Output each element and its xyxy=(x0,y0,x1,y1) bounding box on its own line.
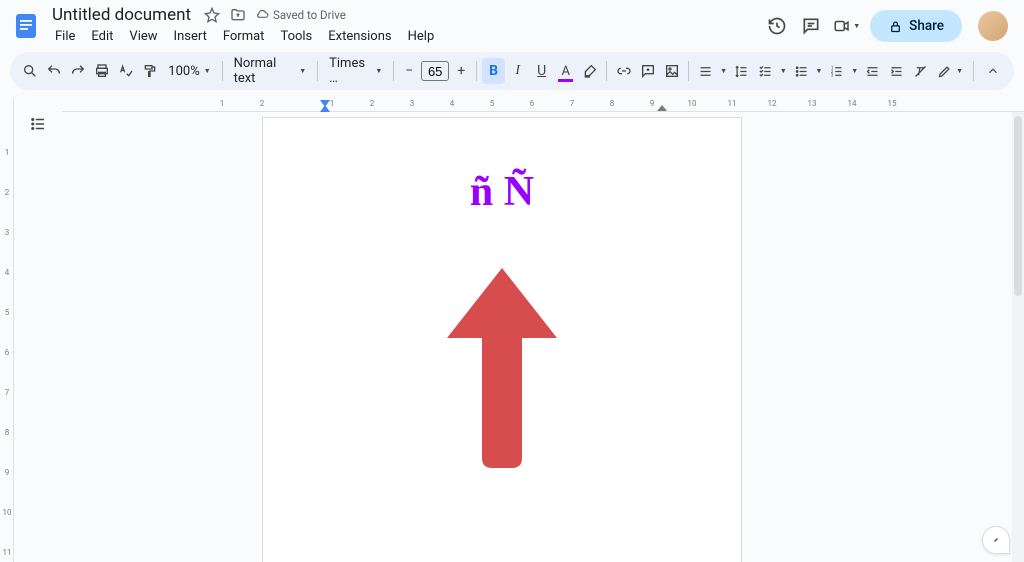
separator xyxy=(393,61,394,81)
saved-status-label: Saved to Drive xyxy=(273,8,346,22)
document-title[interactable]: Untitled document xyxy=(48,5,195,25)
meet-icon[interactable]: ▼ xyxy=(833,14,860,38)
menu-extensions[interactable]: Extensions xyxy=(321,26,398,47)
font-size-control: − + xyxy=(399,60,471,82)
checklist-dropdown[interactable]: ▼ xyxy=(778,58,789,84)
user-avatar[interactable] xyxy=(978,11,1008,41)
line-spacing-button[interactable] xyxy=(730,58,753,84)
clear-formatting-button[interactable] xyxy=(909,58,932,84)
underline-button[interactable]: U xyxy=(530,58,553,84)
bold-button[interactable]: B xyxy=(482,58,505,84)
scroll-thumb[interactable] xyxy=(1014,116,1022,296)
numbered-list-dropdown[interactable]: ▼ xyxy=(849,58,860,84)
decrease-indent-button[interactable] xyxy=(861,58,884,84)
menu-insert[interactable]: Insert xyxy=(167,26,214,47)
bulleted-list-dropdown[interactable]: ▼ xyxy=(814,58,825,84)
star-icon[interactable] xyxy=(203,6,221,24)
insert-image-button[interactable] xyxy=(660,58,683,84)
separator xyxy=(222,61,223,81)
left-sidebar xyxy=(14,98,62,562)
share-button[interactable]: Share xyxy=(870,10,962,42)
increase-indent-button[interactable] xyxy=(885,58,908,84)
saved-status[interactable]: Saved to Drive xyxy=(255,8,346,22)
separator xyxy=(688,61,689,81)
italic-button[interactable]: I xyxy=(506,58,529,84)
separator xyxy=(317,61,318,81)
menu-edit[interactable]: Edit xyxy=(84,26,120,47)
move-folder-icon[interactable] xyxy=(229,6,247,24)
menu-tools[interactable]: Tools xyxy=(273,26,319,47)
paragraph-style-select[interactable]: Normal text▼ xyxy=(228,58,313,84)
editing-mode-button[interactable]: ▼ xyxy=(933,58,967,84)
document-outline-icon[interactable] xyxy=(26,112,50,136)
explore-button[interactable] xyxy=(982,526,1010,554)
font-family-select[interactable]: Times …▼ xyxy=(323,58,388,84)
lock-icon xyxy=(888,19,903,34)
menu-format[interactable]: Format xyxy=(216,26,272,47)
title-bar: Untitled document Saved to Drive File Ed… xyxy=(0,0,1024,48)
checklist-button[interactable] xyxy=(754,58,777,84)
svg-text:3: 3 xyxy=(831,73,834,78)
document-viewport: 1 2 1 2 3 4 5 6 7 8 9 10 11 12 13 14 15 … xyxy=(62,98,1024,562)
menubar: File Edit View Insert Format Tools Exten… xyxy=(48,26,765,48)
page-scroll-area[interactable]: ñ Ñ xyxy=(62,112,1024,562)
vertical-ruler[interactable]: 1 2 3 4 5 6 7 8 9 10 11 xyxy=(0,98,14,562)
add-comment-button[interactable] xyxy=(636,58,659,84)
separator xyxy=(476,61,477,81)
comment-icon[interactable] xyxy=(799,14,823,38)
align-button[interactable] xyxy=(694,58,717,84)
bulleted-list-button[interactable] xyxy=(790,58,813,84)
menu-view[interactable]: View xyxy=(122,26,164,47)
undo-icon[interactable] xyxy=(42,58,65,84)
horizontal-ruler[interactable]: 1 2 1 2 3 4 5 6 7 8 9 10 11 12 13 14 15 xyxy=(62,98,1024,112)
right-indent-marker[interactable] xyxy=(657,105,667,111)
docs-logo[interactable] xyxy=(10,10,42,42)
vertical-scrollbar[interactable] xyxy=(1012,112,1024,562)
annotation-arrow-icon xyxy=(442,268,562,468)
toolbar-container: 100%▼ Normal text▼ Times …▼ − + B I U A … xyxy=(0,48,1024,98)
search-menus-icon[interactable] xyxy=(18,58,41,84)
text-color-button[interactable]: A xyxy=(554,58,577,84)
redo-icon[interactable] xyxy=(66,58,89,84)
insert-link-button[interactable] xyxy=(612,58,635,84)
spellcheck-icon[interactable] xyxy=(114,58,137,84)
separator xyxy=(973,61,974,81)
history-icon[interactable] xyxy=(765,14,789,38)
toolbar: 100%▼ Normal text▼ Times …▼ − + B I U A … xyxy=(10,52,1014,90)
header-right: ▼ Share xyxy=(765,10,1014,42)
font-size-input[interactable] xyxy=(421,61,449,81)
cloud-icon xyxy=(255,8,269,22)
align-dropdown[interactable]: ▼ xyxy=(718,58,729,84)
increase-font-size-button[interactable]: + xyxy=(451,60,471,82)
numbered-list-button[interactable]: 123 xyxy=(825,58,848,84)
menu-file[interactable]: File xyxy=(48,26,82,47)
print-icon[interactable] xyxy=(90,58,113,84)
zoom-select[interactable]: 100%▼ xyxy=(162,58,216,84)
highlight-color-button[interactable] xyxy=(578,58,601,84)
decrease-font-size-button[interactable]: − xyxy=(399,60,419,82)
document-page[interactable]: ñ Ñ xyxy=(262,117,742,562)
title-row: Untitled document Saved to Drive xyxy=(48,5,765,25)
document-text[interactable]: ñ Ñ xyxy=(263,168,741,216)
toolbar-right: ▼ xyxy=(933,58,1006,84)
title-area: Untitled document Saved to Drive File Ed… xyxy=(48,5,765,48)
left-indent-marker[interactable] xyxy=(320,105,330,112)
collapse-toolbar-button[interactable] xyxy=(980,58,1006,84)
menu-help[interactable]: Help xyxy=(401,26,442,47)
share-label: Share xyxy=(909,18,944,34)
content-area: 1 2 3 4 5 6 7 8 9 10 11 1 2 1 2 3 4 5 6 … xyxy=(0,98,1024,562)
paint-format-icon[interactable] xyxy=(138,58,161,84)
separator xyxy=(606,61,607,81)
